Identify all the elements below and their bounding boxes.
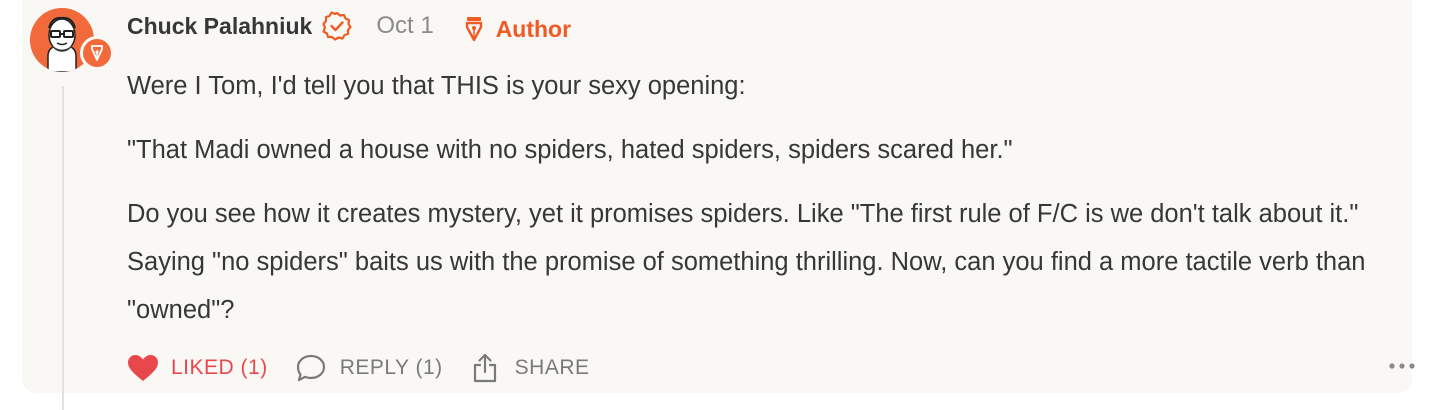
comment-actions: LIKED (1) REPLY (1) SHARE: [127, 350, 618, 386]
comment-paragraph: Do you see how it creates mystery, yet i…: [127, 200, 1366, 324]
share-icon: [471, 353, 503, 383]
comment-date[interactable]: Oct 1: [376, 12, 433, 40]
share-button[interactable]: SHARE: [471, 353, 590, 383]
author-tag: Author: [464, 16, 571, 43]
share-label: SHARE: [514, 356, 590, 379]
author-name[interactable]: Chuck Palahniuk: [127, 13, 312, 40]
like-button[interactable]: LIKED (1): [127, 353, 268, 383]
comment-body: Were I Tom, I'd tell you that THIS is yo…: [127, 62, 1397, 350]
pen-nib-icon: [464, 16, 486, 42]
thread-line: [62, 86, 64, 410]
comment-paragraph: "That Madi owned a house with no spiders…: [127, 136, 1013, 164]
author-badge-icon: [80, 36, 114, 70]
reply-label: REPLY (1): [339, 356, 443, 379]
comment-paragraph: Were I Tom, I'd tell you that THIS is yo…: [127, 72, 746, 100]
speech-bubble-icon: [296, 353, 328, 383]
author-avatar-group[interactable]: [30, 8, 114, 72]
author-tag-label: Author: [495, 15, 572, 42]
heart-icon: [127, 353, 159, 383]
comment-header: Chuck Palahniuk Oct 1 Author: [127, 9, 571, 43]
ellipsis-icon[interactable]: [1388, 356, 1416, 376]
verified-check-icon: [322, 11, 352, 41]
reply-button[interactable]: REPLY (1): [296, 353, 443, 383]
like-label: LIKED (1): [171, 356, 268, 379]
